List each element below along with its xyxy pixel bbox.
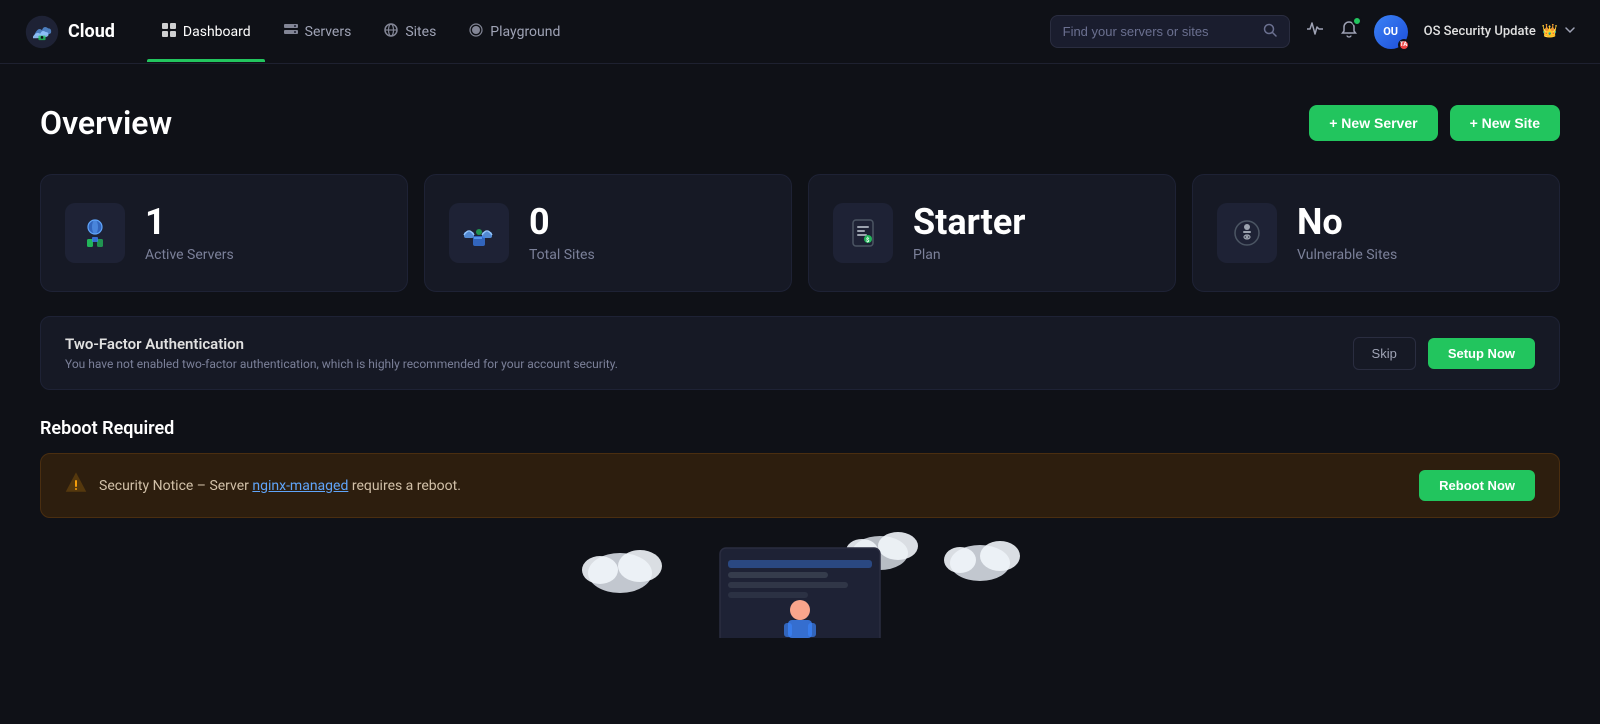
total-sites-content: 0 Total Sites	[529, 203, 595, 263]
active-servers-content: 1 Active Servers	[145, 203, 234, 263]
reboot-left: Security Notice – Server nginx-managed r…	[65, 472, 461, 499]
plan-icon-wrap: $	[833, 203, 893, 263]
dashboard-illustration	[540, 518, 1060, 638]
active-servers-number: 1	[145, 203, 234, 243]
search-bar[interactable]	[1050, 15, 1290, 48]
navbar: Cloud Dashboard Servers Sites Playground	[0, 0, 1600, 64]
nav-label-dashboard: Dashboard	[183, 24, 251, 40]
illustration	[40, 518, 1560, 638]
nav-item-playground[interactable]: Playground	[454, 14, 574, 50]
nav-label-sites: Sites	[405, 24, 436, 40]
sites-icon	[383, 22, 399, 42]
dashboard-icon	[161, 22, 177, 42]
nav-item-servers[interactable]: Servers	[269, 14, 366, 50]
plan-number: Starter	[913, 203, 1025, 243]
reboot-notice-text: Security Notice – Server nginx-managed r…	[99, 478, 461, 494]
search-input[interactable]	[1063, 24, 1255, 39]
two-factor-actions: Skip Setup Now	[1353, 337, 1535, 370]
main-content: Overview + New Server + New Site 1 Activ…	[0, 64, 1600, 638]
total-sites-label: Total Sites	[529, 247, 595, 263]
activity-icon[interactable]	[1306, 20, 1324, 43]
total-sites-icon-wrap	[449, 203, 509, 263]
avatar-badge-text: TA	[1400, 41, 1407, 48]
server-link[interactable]: nginx-managed	[252, 478, 348, 494]
notifications-icon[interactable]	[1340, 20, 1358, 43]
active-servers-label: Active Servers	[145, 247, 234, 263]
reboot-now-button[interactable]: Reboot Now	[1419, 470, 1535, 501]
user-avatar[interactable]: OU TA	[1374, 15, 1408, 49]
stat-card-total-sites[interactable]: 0 Total Sites	[424, 174, 792, 292]
two-factor-text: Two-Factor Authentication You have not e…	[65, 335, 618, 371]
two-factor-description: You have not enabled two-factor authenti…	[65, 357, 618, 371]
reboot-notice: Security Notice – Server nginx-managed r…	[40, 453, 1560, 518]
avatar-initials: OU	[1383, 25, 1398, 38]
nav-links: Dashboard Servers Sites Playground	[147, 14, 1018, 50]
nav-item-dashboard[interactable]: Dashboard	[147, 14, 265, 50]
vulnerable-icon-wrap	[1217, 203, 1277, 263]
stat-card-active-servers[interactable]: 1 Active Servers	[40, 174, 408, 292]
notice-text-prefix: Security Notice – Server	[99, 478, 252, 494]
nav-label-playground: Playground	[490, 24, 560, 40]
notification-badge	[1352, 16, 1362, 26]
svg-text:$: $	[866, 237, 870, 244]
crown-icon: 👑	[1542, 24, 1558, 39]
user-status[interactable]: OS Security Update 👑	[1424, 24, 1576, 40]
page-header: Overview + New Server + New Site	[40, 104, 1560, 142]
chevron-down-icon	[1564, 24, 1576, 40]
reboot-section-title: Reboot Required	[40, 418, 1560, 439]
vulnerable-number: No	[1297, 203, 1397, 243]
brand-name: Cloud	[68, 21, 115, 42]
search-icon	[1263, 22, 1277, 41]
skip-button[interactable]: Skip	[1353, 337, 1416, 370]
plan-content: Starter Plan	[913, 203, 1025, 263]
new-server-button[interactable]: + New Server	[1309, 105, 1437, 141]
page-title: Overview	[40, 104, 172, 142]
stat-card-plan[interactable]: $ Starter Plan	[808, 174, 1176, 292]
logo[interactable]: Cloud	[24, 14, 115, 50]
stat-card-vulnerable[interactable]: No Vulnerable Sites	[1192, 174, 1560, 292]
setup-now-button[interactable]: Setup Now	[1428, 338, 1535, 369]
header-actions: + New Server + New Site	[1309, 105, 1560, 141]
vulnerable-label: Vulnerable Sites	[1297, 247, 1397, 263]
two-factor-title: Two-Factor Authentication	[65, 335, 618, 353]
active-servers-icon-wrap	[65, 203, 125, 263]
nav-item-sites[interactable]: Sites	[369, 14, 450, 50]
new-site-button[interactable]: + New Site	[1450, 105, 1560, 141]
two-factor-banner: Two-Factor Authentication You have not e…	[40, 316, 1560, 390]
plan-label: Plan	[913, 247, 1025, 263]
avatar-badge: TA	[1398, 39, 1410, 51]
servers-icon	[283, 22, 299, 42]
user-status-label: OS Security Update	[1424, 24, 1536, 39]
warning-icon	[65, 472, 87, 499]
playground-icon	[468, 22, 484, 42]
vulnerable-content: No Vulnerable Sites	[1297, 203, 1397, 263]
nav-label-servers: Servers	[305, 24, 352, 40]
nav-right: OU TA OS Security Update 👑	[1050, 15, 1576, 49]
stat-cards: 1 Active Servers 0 Total Sites	[40, 174, 1560, 292]
total-sites-number: 0	[529, 203, 595, 243]
notice-text-suffix: requires a reboot.	[348, 478, 461, 494]
